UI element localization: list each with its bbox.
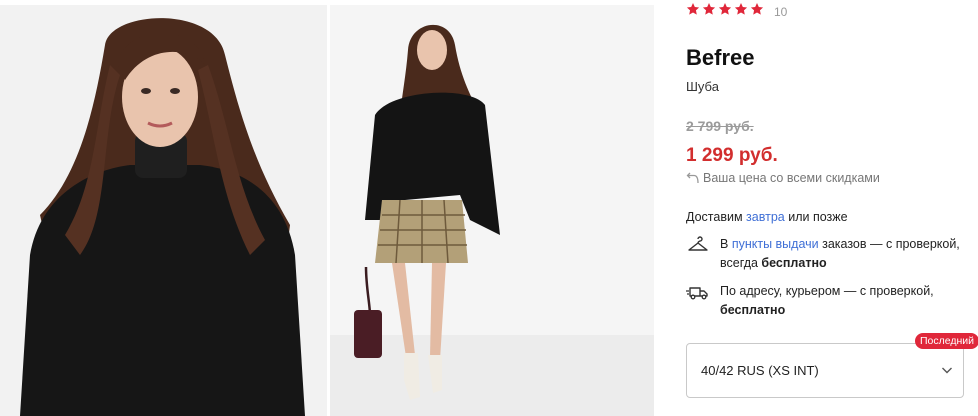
price-note-text: Ваша цена со всеми скидками: [703, 171, 880, 185]
truck-icon: [686, 287, 708, 300]
chevron-down-icon: [942, 367, 952, 374]
last-item-badge: Последний: [915, 333, 978, 349]
delivery-prefix: Доставим: [686, 210, 747, 224]
delivery-option-courier: По адресу, курьером — с проверкой, беспл…: [686, 282, 971, 320]
courier-free-label: бесплатно: [720, 303, 786, 317]
delivery-summary: Доставим завтра или позже: [686, 210, 848, 224]
hanger-icon: [688, 236, 708, 251]
delivery-option-pickup: В пункты выдачи заказов — с проверкой, в…: [686, 235, 971, 273]
brand-name[interactable]: Befree: [686, 45, 754, 71]
pickup-points-link[interactable]: пункты выдачи: [732, 237, 819, 251]
model-full-body-image: [330, 5, 654, 416]
model-closeup-image: [0, 5, 327, 416]
pickup-text-before: В: [720, 237, 732, 251]
rating-stars[interactable]: [686, 2, 764, 16]
price-note: Ваша цена со всеми скидками: [686, 171, 880, 185]
rating-count[interactable]: 10: [774, 5, 787, 19]
size-dropdown[interactable]: 40/42 RUS (XS INT): [686, 343, 964, 398]
old-price: 2 799 руб.: [686, 118, 754, 134]
star-icon: [734, 3, 748, 15]
courier-text: По адресу, курьером — с проверкой,: [720, 284, 934, 298]
current-price: 1 299 руб.: [686, 145, 778, 166]
product-photo-secondary[interactable]: [330, 5, 654, 416]
size-selected-value: 40/42 RUS (XS INT): [701, 363, 819, 378]
return-arrow-icon: [686, 172, 699, 184]
product-photo-main[interactable]: [0, 5, 327, 416]
star-icon: [702, 3, 716, 15]
star-icon: [686, 3, 700, 15]
pickup-free-label: бесплатно: [761, 256, 827, 270]
delivery-day-link[interactable]: завтра: [746, 210, 785, 224]
star-icon: [750, 3, 764, 15]
star-icon: [718, 3, 732, 15]
delivery-suffix: или позже: [784, 210, 848, 224]
product-type: Шуба: [686, 79, 719, 94]
